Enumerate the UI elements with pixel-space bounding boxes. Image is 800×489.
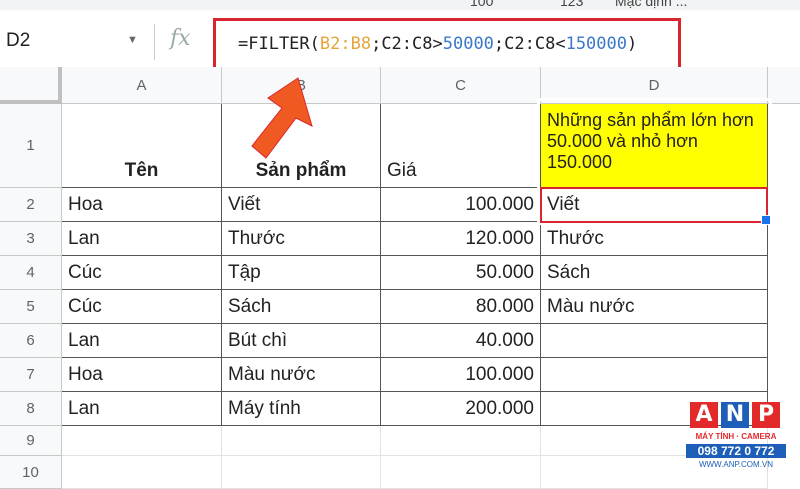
row-header-8[interactable]: 8: [0, 392, 62, 426]
formula-text: =FILTER(B2:B8;C2:C8>50000;C2:C8<150000): [238, 34, 637, 54]
cell-c2[interactable]: 100.000: [381, 188, 541, 222]
empty-cell[interactable]: [222, 456, 381, 489]
selected-cell-d2[interactable]: [540, 187, 768, 223]
cell-d7[interactable]: [541, 358, 768, 392]
empty-cell[interactable]: [62, 426, 222, 456]
font-size-value[interactable]: 123: [560, 0, 583, 9]
cell-c7[interactable]: 100.000: [381, 358, 541, 392]
cell-a7[interactable]: Hoa: [62, 358, 222, 392]
column-header-c[interactable]: C: [381, 67, 541, 104]
select-all-corner[interactable]: [0, 67, 62, 104]
formula-part: ): [627, 34, 638, 54]
column-header-a[interactable]: A: [62, 67, 222, 104]
cell-a3[interactable]: Lan: [62, 222, 222, 256]
empty-cell[interactable]: [62, 456, 222, 489]
cell-a4[interactable]: Cúc: [62, 256, 222, 290]
cell-c3[interactable]: 120.000: [381, 222, 541, 256]
arrow-icon: [251, 77, 313, 159]
cell-b7[interactable]: Màu nước: [222, 358, 381, 392]
row-header-7[interactable]: 7: [0, 358, 62, 392]
cell-c8[interactable]: 200.000: [381, 392, 541, 426]
cell-d3[interactable]: Thước: [541, 222, 768, 256]
formula-number: 50000: [442, 34, 494, 54]
cell-b5[interactable]: Sách: [222, 290, 381, 324]
formula-range: B2:B8: [319, 34, 372, 54]
row-header-10[interactable]: 10: [0, 456, 62, 489]
formula-part: ;C2:C8<: [493, 34, 566, 54]
cell-a8[interactable]: Lan: [62, 392, 222, 426]
empty-cell[interactable]: [222, 426, 381, 456]
row-header-9[interactable]: 9: [0, 426, 62, 456]
row-header-1[interactable]: 1: [0, 104, 62, 188]
row-header-3[interactable]: 3: [0, 222, 62, 256]
fx-icon: fx: [170, 26, 191, 51]
cell-c6[interactable]: 40.000: [381, 324, 541, 358]
divider: [154, 24, 155, 60]
logo-letter: N: [721, 402, 749, 428]
anp-logo: A N P MÁY TÍNH · CAMERA 098 772 0 772 WW…: [686, 402, 786, 482]
cell-reference: D2: [6, 30, 31, 51]
cell-c4[interactable]: 50.000: [381, 256, 541, 290]
row-header-5[interactable]: 5: [0, 290, 62, 324]
cell-b2[interactable]: Viết: [222, 188, 381, 222]
cell-d6[interactable]: [541, 324, 768, 358]
logo-website: WWW.ANP.COM.VN: [698, 460, 774, 469]
row-header-4[interactable]: 4: [0, 256, 62, 290]
header-price[interactable]: Giá: [381, 104, 541, 188]
empty-cell[interactable]: [381, 426, 541, 456]
logo-phone: 098 772 0 772: [686, 444, 786, 458]
cell-b4[interactable]: Tập: [222, 256, 381, 290]
cell-d4[interactable]: Sách: [541, 256, 768, 290]
formula-number: 150000: [565, 34, 627, 54]
cell-b8[interactable]: Máy tính: [222, 392, 381, 426]
column-header-e[interactable]: [768, 67, 800, 104]
cell-a2[interactable]: Hoa: [62, 188, 222, 222]
logo-letter: A: [690, 402, 718, 428]
arrow-shape: [251, 77, 313, 159]
cell-d5[interactable]: Màu nước: [541, 290, 768, 324]
logo-letters: A N P: [690, 402, 780, 428]
cell-b3[interactable]: Thước: [222, 222, 381, 256]
name-box[interactable]: D2 ▼: [0, 24, 150, 58]
row-header-2[interactable]: 2: [0, 188, 62, 222]
cell-b6[interactable]: Bút chì: [222, 324, 381, 358]
empty-cell[interactable]: [381, 456, 541, 489]
logo-tagline: MÁY TÍNH · CAMERA: [695, 432, 777, 441]
format-dropdown[interactable]: Mặc định ...: [615, 0, 687, 9]
formula-input[interactable]: =FILTER(B2:B8;C2:C8>50000;C2:C8<150000): [213, 18, 681, 70]
cell-a5[interactable]: Cúc: [62, 290, 222, 324]
logo-letter: P: [752, 402, 780, 428]
formula-part: =FILTER(: [238, 34, 320, 54]
zoom-value[interactable]: 100: [470, 0, 493, 9]
cell-a6[interactable]: Lan: [62, 324, 222, 358]
cell-c5[interactable]: 80.000: [381, 290, 541, 324]
row-header-6[interactable]: 6: [0, 324, 62, 358]
fill-handle[interactable]: [761, 215, 771, 225]
formula-part: ;C2:C8>: [371, 34, 443, 54]
chevron-down-icon[interactable]: ▼: [127, 34, 138, 46]
toolbar: 100 123 Mặc định ...: [0, 0, 800, 10]
header-name[interactable]: Tên: [62, 104, 222, 188]
